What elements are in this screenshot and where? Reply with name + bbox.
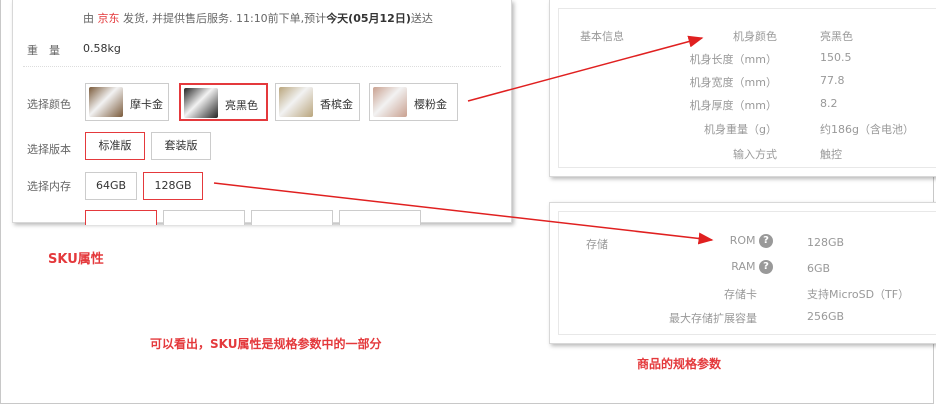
annotation-arrows [213, 35, 714, 245]
arrow-memory-to-spec [213, 182, 714, 245]
arrow-color-to-spec [467, 35, 704, 102]
